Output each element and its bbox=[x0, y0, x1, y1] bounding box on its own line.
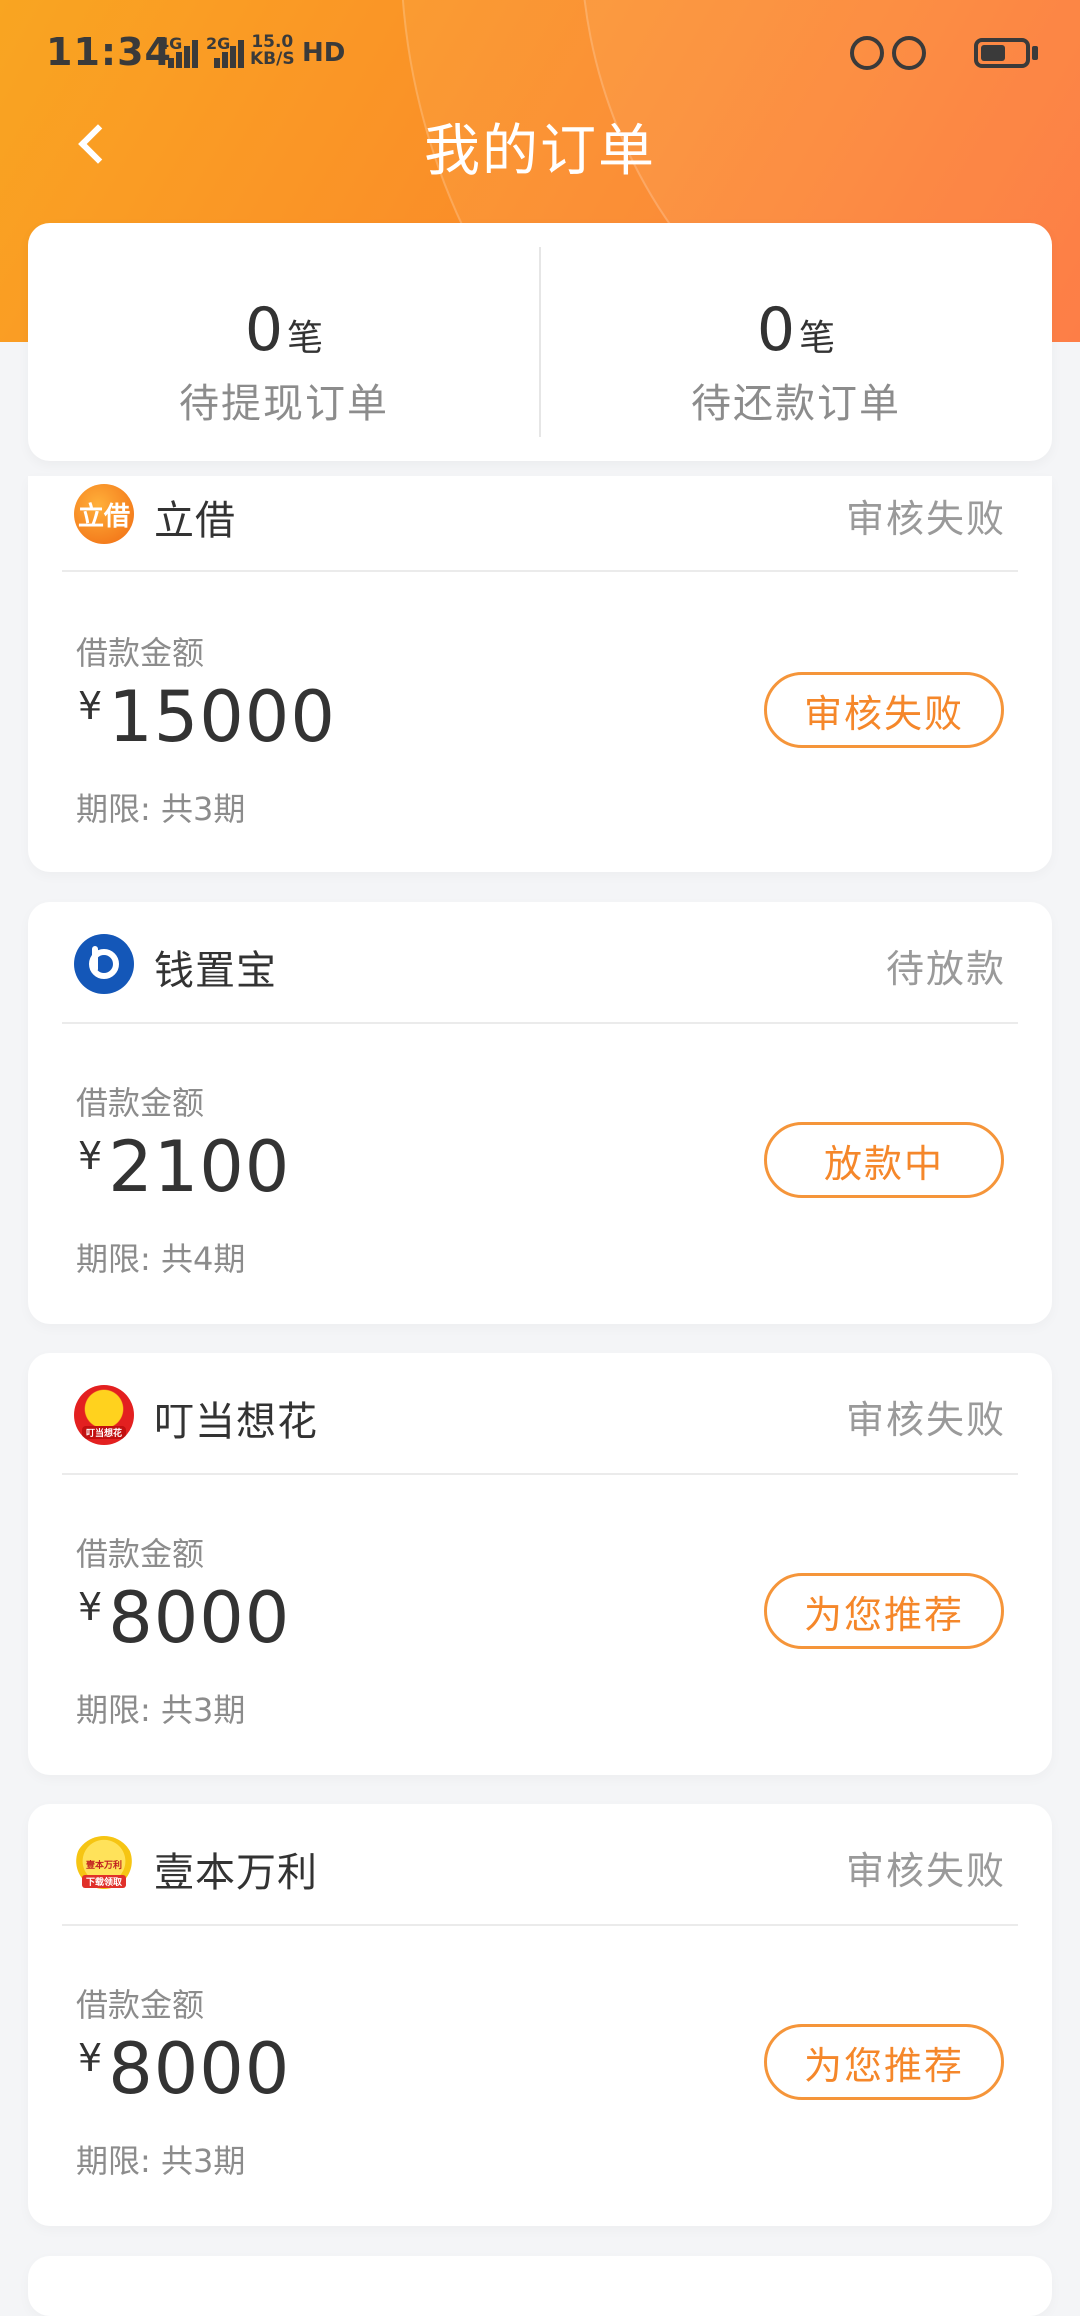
status-icons bbox=[850, 36, 1040, 76]
loan-term: 期限: 共3期 bbox=[76, 2142, 246, 2180]
amount-value: 2100 bbox=[108, 1126, 291, 1208]
loan-amount: ¥8000 bbox=[78, 2028, 290, 2110]
loan-amount: ¥2100 bbox=[78, 1126, 290, 1208]
currency-symbol: ¥ bbox=[78, 684, 103, 728]
signal-icon bbox=[206, 38, 244, 68]
count-number: 0 bbox=[244, 295, 284, 365]
order-card[interactable]: 钱置宝 待放款 借款金额 ¥2100 期限: 共4期 放款中 bbox=[28, 902, 1052, 1324]
amount-label: 借款金额 bbox=[76, 1535, 205, 1573]
order-action-button[interactable]: 为您推荐 bbox=[764, 1573, 1004, 1649]
order-action-button[interactable]: 审核失败 bbox=[764, 672, 1004, 748]
pending-repay-count: 0笔 bbox=[540, 295, 1052, 365]
loan-amount: ¥8000 bbox=[78, 1577, 290, 1659]
loan-amount: ¥15000 bbox=[78, 676, 336, 758]
logo-text: 立借 bbox=[77, 501, 130, 532]
card-divider bbox=[62, 1924, 1018, 1926]
amount-value: 15000 bbox=[108, 676, 336, 758]
order-card[interactable]: 立借 立借 审核失败 借款金额 ¥15000 期限: 共3期 审核失败 bbox=[28, 476, 1052, 872]
card-divider bbox=[62, 1473, 1018, 1475]
order-status: 待放款 bbox=[885, 947, 1006, 991]
currency-symbol: ¥ bbox=[78, 1134, 103, 1178]
battery-icon bbox=[974, 38, 1030, 68]
pending-withdraw-label: 待提现订单 bbox=[179, 381, 389, 427]
hd-icon: HD bbox=[302, 38, 346, 68]
status-time: 11:34 bbox=[46, 30, 172, 74]
lender-name: 钱置宝 bbox=[154, 948, 277, 994]
count-number: 0 bbox=[756, 295, 796, 365]
order-action-button[interactable]: 放款中 bbox=[764, 1122, 1004, 1198]
loan-term: 期限: 共4期 bbox=[76, 1240, 246, 1278]
logo-tag: 下载领取 bbox=[81, 1875, 126, 1888]
order-card[interactable]: 叮当想花 叮当想花 审核失败 借款金额 ¥8000 期限: 共3期 为您推荐 bbox=[28, 1353, 1052, 1775]
order-summary-card: 0笔 待提现订单 0笔 待还款订单 bbox=[28, 223, 1052, 461]
lender-logo-icon: 叮当想花 bbox=[74, 1385, 134, 1445]
status-bar: 11:34 4G 2G 15.0 KB/S HD bbox=[0, 0, 1080, 110]
order-status: 审核失败 bbox=[845, 497, 1006, 541]
pending-withdraw-summary[interactable]: 0笔 待提现订单 bbox=[28, 223, 540, 461]
pending-repay-summary[interactable]: 0笔 待还款订单 bbox=[540, 223, 1052, 461]
pending-withdraw-count: 0笔 bbox=[28, 295, 540, 365]
nav-bar: 我的订单 bbox=[0, 100, 1080, 190]
lock-rotation-icon bbox=[850, 36, 884, 70]
card-divider bbox=[62, 1022, 1018, 1024]
logo-text: 壹本万利 bbox=[85, 1861, 122, 1871]
count-unit: 笔 bbox=[799, 318, 836, 359]
order-card[interactable]: 壹本万利 下载领取 壹本万利 审核失败 借款金额 ¥8000 期限: 共3期 为… bbox=[28, 1804, 1052, 2226]
card-divider bbox=[62, 570, 1018, 572]
amount-label: 借款金额 bbox=[76, 1986, 205, 2024]
pending-repay-label: 待还款订单 bbox=[691, 381, 901, 427]
currency-symbol: ¥ bbox=[78, 1585, 103, 1629]
lender-name: 叮当想花 bbox=[154, 1399, 318, 1445]
lender-name: 立借 bbox=[154, 498, 236, 544]
signal-icon bbox=[160, 38, 198, 68]
loan-term: 期限: 共3期 bbox=[76, 790, 246, 828]
amount-value: 8000 bbox=[108, 1577, 291, 1659]
count-unit: 笔 bbox=[287, 318, 324, 359]
page-title: 我的订单 bbox=[424, 119, 656, 184]
order-action-button[interactable]: 为您推荐 bbox=[764, 2024, 1004, 2100]
lender-logo-icon: 立借 bbox=[74, 484, 134, 544]
order-card[interactable] bbox=[28, 2256, 1052, 2316]
amount-value: 8000 bbox=[108, 2028, 291, 2110]
logo-text: 叮当想花 bbox=[81, 1426, 126, 1439]
alarm-icon bbox=[892, 36, 926, 70]
amount-label: 借款金额 bbox=[76, 634, 205, 672]
network-speed-unit: KB/S bbox=[250, 49, 295, 69]
lender-logo-icon bbox=[74, 934, 134, 994]
lender-name: 壹本万利 bbox=[154, 1850, 318, 1896]
network-speed: 15.0 KB/S bbox=[250, 34, 295, 68]
order-status: 审核失败 bbox=[845, 1398, 1006, 1442]
currency-symbol: ¥ bbox=[78, 2036, 103, 2080]
order-status: 审核失败 bbox=[845, 1849, 1006, 1893]
lender-logo-icon: 壹本万利 下载领取 bbox=[74, 1836, 134, 1896]
battery-tip bbox=[1032, 46, 1038, 60]
loan-term: 期限: 共3期 bbox=[76, 1691, 246, 1729]
amount-label: 借款金额 bbox=[76, 1084, 205, 1122]
